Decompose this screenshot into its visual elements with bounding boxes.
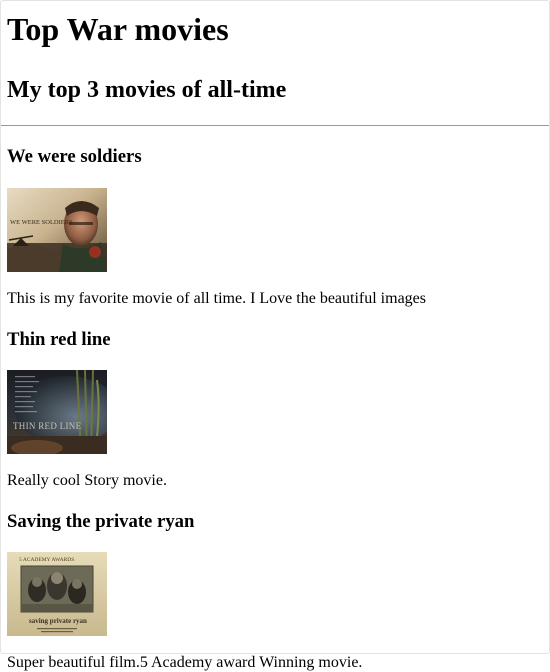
poster-saving-private-ryan-image: 5 ACADEMY AWARDS saving private ryan	[7, 552, 107, 636]
poster-thin-red-line-text: THIN RED LINE	[13, 421, 82, 431]
poster-we-were-soldiers: WE WERE SOLDIERS	[7, 188, 107, 272]
poster-saving-private-ryan: 5 ACADEMY AWARDS saving private ryan	[7, 552, 107, 636]
poster-saving-private-ryan-title-text: saving private ryan	[29, 617, 87, 625]
poster-we-were-soldiers-image: WE WERE SOLDIERS	[7, 188, 107, 272]
poster-thin-red-line: THIN RED LINE	[7, 370, 107, 454]
poster-thin-red-line-image: THIN RED LINE	[7, 370, 107, 454]
poster-saving-private-ryan-awards-text: 5 ACADEMY AWARDS	[19, 557, 74, 563]
movie-description-saving-private-ryan: Super beautiful film.5 Academy award Win…	[7, 654, 363, 671]
poster-we-were-soldiers-text: WE WERE SOLDIERS	[10, 219, 73, 226]
